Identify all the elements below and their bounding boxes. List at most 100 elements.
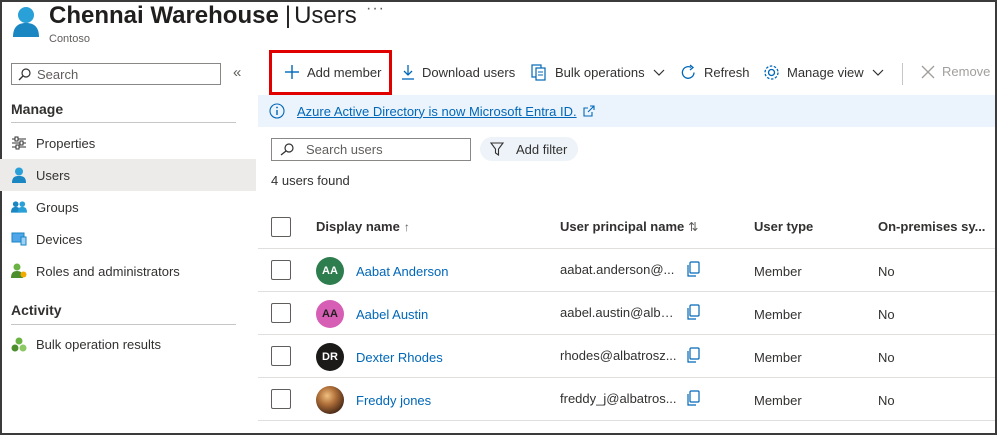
sidebar-item-label: Users (36, 167, 70, 183)
search-users-placeholder: Search users (306, 142, 383, 157)
page-title-separator: | (284, 2, 292, 29)
sort-icon: ⇅ (688, 220, 699, 234)
manage-view-button[interactable]: Manage view (763, 64, 891, 81)
user-display-name-link[interactable]: Freddy jones (356, 393, 431, 408)
table-header: Display name ↑ User principal name ⇅ User … (258, 206, 995, 249)
user-icon (11, 167, 27, 183)
chevron-down-icon (653, 69, 665, 76)
properties-icon (11, 135, 27, 151)
refresh-label: Refresh (704, 65, 750, 80)
user-type: Member (754, 350, 802, 365)
divider (11, 122, 236, 123)
copy-icon[interactable] (686, 304, 700, 323)
search-users-input[interactable]: Search users (271, 138, 471, 161)
table-row[interactable]: DR Dexter Rhodes rhodes@albatrosz... Mem… (258, 335, 995, 378)
page-subtitle: Contoso (49, 33, 90, 45)
user-principal-name: rhodes@albatrosz... (560, 348, 677, 363)
sidebar-item-roles[interactable]: Roles and administrators (0, 255, 256, 287)
search-icon (280, 143, 294, 156)
user-principal-name: aabat.anderson@... (560, 262, 675, 277)
column-header-upn[interactable]: User principal name ⇅ (560, 219, 698, 234)
sidebar-item-users[interactable]: Users (0, 159, 256, 191)
chevron-down-icon (872, 69, 884, 76)
remove-button[interactable]: Remove (921, 64, 990, 79)
gear-icon (764, 65, 779, 80)
page-title-app: Chennai Warehouse (49, 2, 279, 29)
column-header-user-type[interactable]: User type (754, 219, 813, 234)
devices-icon (11, 231, 27, 247)
on-premises-sync: No (878, 393, 895, 408)
bulk-operations-button[interactable]: Bulk operations (531, 64, 672, 81)
bulk-results-icon (11, 336, 27, 352)
sidebar-search-placeholder: Search (37, 66, 79, 82)
column-label: User principal name (560, 219, 685, 234)
filter-icon (490, 142, 504, 156)
download-icon (402, 65, 414, 80)
manage-view-label: Manage view (787, 65, 864, 80)
sidebar-item-properties[interactable]: Properties (0, 127, 256, 159)
row-checkbox[interactable] (271, 389, 291, 409)
download-users-button[interactable]: Download users (401, 64, 515, 80)
page-title: Chennai Warehouse | Users (49, 1, 357, 31)
sort-ascending-icon: ↑ (403, 220, 410, 234)
refresh-icon (681, 64, 695, 79)
avatar: AA (316, 257, 344, 285)
select-all-checkbox[interactable] (271, 217, 291, 237)
user-display-name-link[interactable]: Dexter Rhodes (356, 350, 443, 365)
sidebar-item-label: Groups (36, 199, 79, 215)
column-header-display-name[interactable]: Display name ↑ (316, 219, 410, 234)
user-display-name-link[interactable]: Aabel Austin (356, 307, 428, 322)
user-type: Member (754, 264, 802, 279)
page-title-section: Users (294, 2, 357, 29)
table-row[interactable]: AA Aabat Anderson aabat.anderson@... Mem… (258, 249, 995, 292)
row-checkbox[interactable] (271, 260, 291, 280)
entra-rename-link[interactable]: Azure Active Directory is now Microsoft … (297, 104, 577, 119)
add-filter-label: Add filter (516, 141, 568, 157)
avatar-photo (316, 386, 344, 414)
activity-section-label: Activity (11, 302, 62, 318)
on-premises-sync: No (878, 264, 895, 279)
user-type: Member (754, 393, 802, 408)
sidebar-item-bulk-operation-results[interactable]: Bulk operation results (0, 328, 256, 360)
table-row[interactable]: AA Aabel Austin aabel.austin@alba... Mem… (258, 292, 995, 335)
sidebar-item-groups[interactable]: Groups (0, 191, 256, 223)
copy-icon[interactable] (686, 347, 700, 366)
user-display-name-link[interactable]: Aabat Anderson (356, 264, 449, 279)
user-principal-name: aabel.austin@alba... (560, 305, 678, 320)
sidebar-item-label: Properties (36, 135, 96, 151)
table-row[interactable]: Freddy jones freddy_j@albatros... Member… (258, 378, 995, 421)
collapse-sidebar-button[interactable]: « (233, 64, 241, 81)
row-checkbox[interactable] (271, 346, 291, 366)
user-principal-name: freddy_j@albatros... (560, 391, 677, 406)
sidebar-item-label: Devices (36, 231, 83, 247)
more-options-button[interactable]: ··· (366, 0, 385, 18)
avatar: AA (316, 300, 344, 328)
avatar: DR (316, 343, 344, 371)
on-premises-sync: No (878, 350, 895, 365)
sidebar-item-label: Roles and administrators (36, 263, 180, 279)
sidebar-item-devices[interactable]: Devices (0, 223, 256, 255)
copy-icon[interactable] (686, 261, 700, 280)
divider (11, 324, 236, 325)
search-icon (18, 67, 31, 80)
roles-icon (11, 263, 27, 279)
row-checkbox[interactable] (271, 303, 291, 323)
close-icon (921, 65, 935, 78)
user-type: Member (754, 307, 802, 322)
column-header-on-premises[interactable]: On-premises sy... (878, 219, 985, 234)
toolbar-divider (902, 63, 903, 85)
bulk-operations-icon (531, 64, 546, 81)
info-icon (269, 103, 285, 119)
refresh-button[interactable]: Refresh (680, 64, 750, 81)
manage-section-label: Manage (11, 101, 64, 117)
download-users-label: Download users (422, 64, 516, 80)
sidebar-search-input[interactable]: Search (11, 63, 221, 85)
add-filter-button[interactable]: Add filter (480, 137, 578, 161)
results-count: 4 users found (271, 173, 350, 188)
highlight-box (269, 50, 392, 95)
sidebar-item-label: Bulk operation results (36, 336, 162, 352)
external-link-icon (583, 105, 595, 117)
copy-icon[interactable] (686, 390, 700, 409)
users-page-icon (12, 6, 40, 38)
on-premises-sync: No (878, 307, 895, 322)
